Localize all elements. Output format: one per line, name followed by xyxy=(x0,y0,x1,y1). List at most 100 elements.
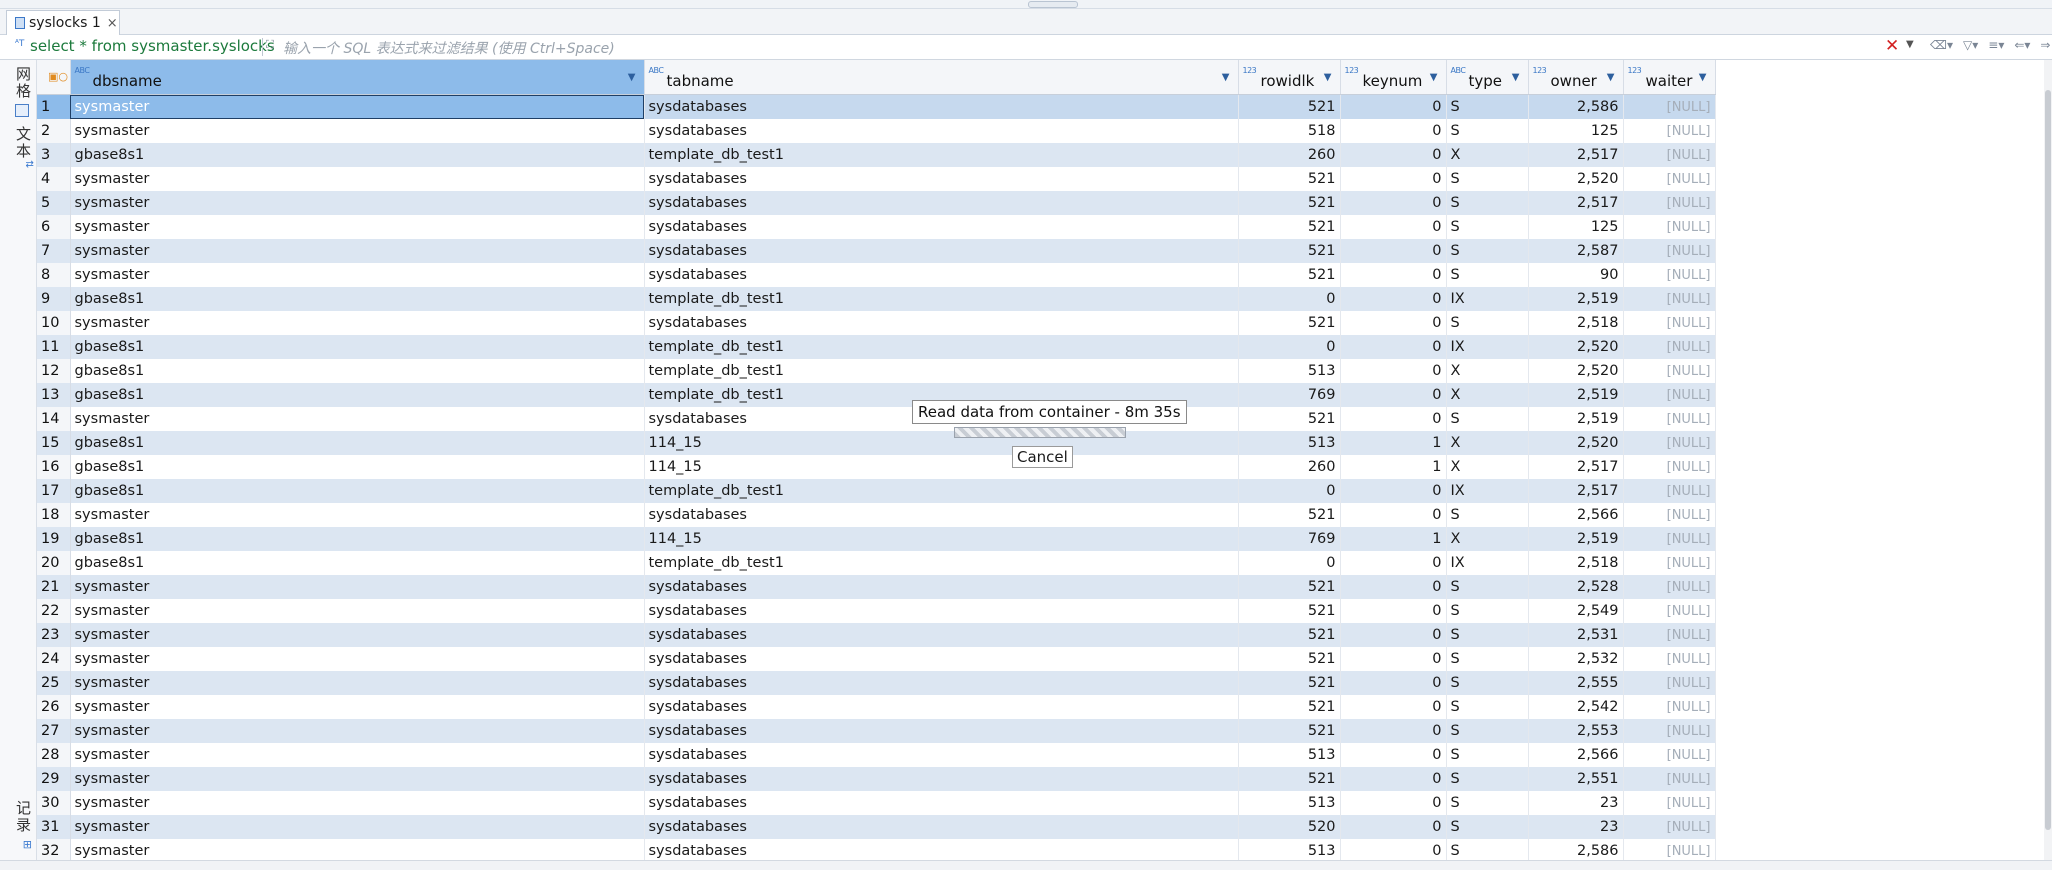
cell-tabname[interactable]: sysdatabases xyxy=(644,575,1239,599)
filter-input[interactable]: 输入一个 SQL 表达式来过滤结果 (使用 Ctrl+Space) xyxy=(283,38,615,58)
cell-rowidlk[interactable]: 0 xyxy=(1238,335,1341,359)
funnel-icon[interactable]: ▽▾ xyxy=(1963,38,1978,52)
cell-dbsname[interactable]: gbase8s1 xyxy=(70,527,645,551)
cell-tabname[interactable]: template_db_test1 xyxy=(644,479,1239,503)
cell-waiter[interactable]: [NULL] xyxy=(1623,767,1716,791)
cell-dbsname[interactable]: sysmaster xyxy=(70,239,645,263)
cell-keynum[interactable]: 0 xyxy=(1340,263,1447,287)
cell-owner[interactable]: 2,518 xyxy=(1528,551,1624,575)
cell-type[interactable]: S xyxy=(1446,767,1529,791)
row-number-cell[interactable]: 11 xyxy=(37,335,71,359)
cell-tabname[interactable]: template_db_test1 xyxy=(644,359,1239,383)
row-number-cell[interactable]: 1 xyxy=(37,94,71,119)
cell-owner[interactable]: 2,555 xyxy=(1528,671,1624,695)
cell-waiter[interactable]: [NULL] xyxy=(1623,839,1716,860)
cell-dbsname[interactable]: gbase8s1 xyxy=(70,359,645,383)
cell-owner[interactable]: 2,520 xyxy=(1528,431,1624,455)
cell-dbsname[interactable]: sysmaster xyxy=(70,575,645,599)
row-number-cell[interactable]: 25 xyxy=(37,671,71,695)
cell-owner[interactable]: 2,519 xyxy=(1528,383,1624,407)
cell-keynum[interactable]: 0 xyxy=(1340,191,1447,215)
cell-type[interactable]: S xyxy=(1446,239,1529,263)
chevron-down-icon[interactable]: ▼ xyxy=(1512,72,1520,83)
cell-keynum[interactable]: 0 xyxy=(1340,503,1447,527)
column-header-type[interactable]: ABC type ▼ xyxy=(1446,60,1529,95)
cell-waiter[interactable]: [NULL] xyxy=(1623,287,1716,311)
cell-tabname[interactable]: sysdatabases xyxy=(644,719,1239,743)
table-row[interactable]: 30 sysmaster sysdatabases 513 0 S 23 [NULL] xyxy=(37,791,1716,815)
cell-owner[interactable]: 90 xyxy=(1528,263,1624,287)
cell-keynum[interactable]: 0 xyxy=(1340,287,1447,311)
cell-dbsname[interactable]: sysmaster xyxy=(70,647,645,671)
cell-waiter[interactable]: [NULL] xyxy=(1623,815,1716,839)
cell-waiter[interactable]: [NULL] xyxy=(1623,527,1716,551)
table-row[interactable]: 23 sysmaster sysdatabases 521 0 S 2,531 [NULL] xyxy=(37,623,1716,647)
table-row[interactable]: 14 sysmaster sysdatabases 521 0 S 2,519 [NULL] xyxy=(37,407,1716,431)
grid-view-button[interactable]: 网格 xyxy=(12,66,34,100)
cell-tabname[interactable]: sysdatabases xyxy=(644,119,1239,143)
cell-waiter[interactable]: [NULL] xyxy=(1623,431,1716,455)
table-row[interactable]: 26 sysmaster sysdatabases 521 0 S 2,542 [NULL] xyxy=(37,695,1716,719)
cell-waiter[interactable]: [NULL] xyxy=(1623,239,1716,263)
row-number-cell[interactable]: 13 xyxy=(37,383,71,407)
cell-waiter[interactable]: [NULL] xyxy=(1623,719,1716,743)
cell-dbsname[interactable]: gbase8s1 xyxy=(70,431,645,455)
cell-tabname[interactable]: sysdatabases xyxy=(644,647,1239,671)
table-row[interactable]: 20 gbase8s1 template_db_test1 0 0 IX 2,518 [NUL… xyxy=(37,551,1716,575)
row-number-cell[interactable]: 7 xyxy=(37,239,71,263)
cell-dbsname[interactable]: sysmaster xyxy=(70,599,645,623)
cell-type[interactable]: S xyxy=(1446,791,1529,815)
cell-dbsname[interactable]: sysmaster xyxy=(70,815,645,839)
cell-owner[interactable]: 2,520 xyxy=(1528,335,1624,359)
cell-keynum[interactable]: 0 xyxy=(1340,815,1447,839)
cell-tabname[interactable]: sysdatabases xyxy=(644,167,1239,191)
tab-syslocks[interactable]: syslocks 1 × xyxy=(6,10,120,35)
cell-rowidlk[interactable]: 521 xyxy=(1238,263,1341,287)
row-number-cell[interactable]: 16 xyxy=(37,455,71,479)
cell-dbsname[interactable]: sysmaster xyxy=(70,263,645,287)
row-number-cell[interactable]: 4 xyxy=(37,167,71,191)
cell-tabname[interactable]: sysdatabases xyxy=(644,743,1239,767)
cell-type[interactable]: IX xyxy=(1446,287,1529,311)
cell-waiter[interactable]: [NULL] xyxy=(1623,479,1716,503)
cell-owner[interactable]: 2,553 xyxy=(1528,719,1624,743)
cell-waiter[interactable]: [NULL] xyxy=(1623,599,1716,623)
cell-waiter[interactable]: [NULL] xyxy=(1623,335,1716,359)
table-row[interactable]: 7 sysmaster sysdatabases 521 0 S 2,587 [NULL] xyxy=(37,239,1716,263)
cell-keynum[interactable]: 0 xyxy=(1340,671,1447,695)
cell-rowidlk[interactable]: 521 xyxy=(1238,647,1341,671)
cell-tabname[interactable]: sysdatabases xyxy=(644,695,1239,719)
cell-owner[interactable]: 2,519 xyxy=(1528,407,1624,431)
cell-tabname[interactable]: template_db_test1 xyxy=(644,143,1239,167)
cell-waiter[interactable]: [NULL] xyxy=(1623,575,1716,599)
cell-tabname[interactable]: sysdatabases xyxy=(644,791,1239,815)
table-row[interactable]: 18 sysmaster sysdatabases 521 0 S 2,566 [NULL] xyxy=(37,503,1716,527)
row-number-cell[interactable]: 20 xyxy=(37,551,71,575)
cell-owner[interactable]: 2,532 xyxy=(1528,647,1624,671)
cell-keynum[interactable]: 0 xyxy=(1340,94,1447,119)
cell-rowidlk[interactable]: 769 xyxy=(1238,383,1341,407)
cell-type[interactable]: S xyxy=(1446,695,1529,719)
cell-owner[interactable]: 2,519 xyxy=(1528,287,1624,311)
cell-rowidlk[interactable]: 513 xyxy=(1238,743,1341,767)
column-header-owner[interactable]: 123 owner ▼ xyxy=(1528,60,1624,95)
cell-type[interactable]: S xyxy=(1446,119,1529,143)
table-row[interactable]: 16 gbase8s1 114_15 260 1 X 2,517 [NULL] xyxy=(37,455,1716,479)
cell-type[interactable]: S xyxy=(1446,719,1529,743)
cell-keynum[interactable]: 0 xyxy=(1340,479,1447,503)
cell-owner[interactable]: 125 xyxy=(1528,215,1624,239)
table-row[interactable]: 4 sysmaster sysdatabases 521 0 S 2,520 [NULL] xyxy=(37,167,1716,191)
table-row[interactable]: 13 gbase8s1 template_db_test1 769 0 X 2,519 [NU… xyxy=(37,383,1716,407)
cell-type[interactable]: S xyxy=(1446,167,1529,191)
row-number-cell[interactable]: 21 xyxy=(37,575,71,599)
row-number-cell[interactable]: 32 xyxy=(37,839,71,860)
cell-owner[interactable]: 2,551 xyxy=(1528,767,1624,791)
cell-keynum[interactable]: 0 xyxy=(1340,695,1447,719)
cell-rowidlk[interactable]: 513 xyxy=(1238,839,1341,860)
cell-keynum[interactable]: 0 xyxy=(1340,575,1447,599)
table-row[interactable]: 2 sysmaster sysdatabases 518 0 S 125 [NULL] xyxy=(37,119,1716,143)
cell-rowidlk[interactable]: 521 xyxy=(1238,695,1341,719)
cell-owner[interactable]: 2,566 xyxy=(1528,743,1624,767)
cell-type[interactable]: S xyxy=(1446,671,1529,695)
cell-type[interactable]: S xyxy=(1446,94,1529,119)
